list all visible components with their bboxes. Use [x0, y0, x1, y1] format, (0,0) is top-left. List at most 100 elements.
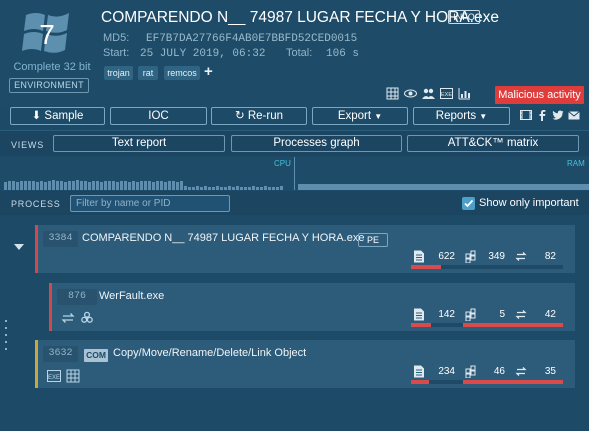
process-row[interactable]: 3632 COM Copy/Move/Rename/Delete/Link Ob… [35, 340, 575, 388]
start-value: 25 JULY 2019, 06:32 [140, 48, 266, 60]
cpu-bar [12, 181, 15, 190]
registry-count: 46 [493, 366, 505, 377]
network-arrows-icon[interactable] [61, 311, 75, 325]
indicator-icons: EXE [386, 87, 471, 101]
cpu-graph-label: CPU [274, 159, 291, 168]
cpu-bar [100, 182, 103, 190]
process-row[interactable]: 3384 COMPARENDO N__ 74987 LUGAR FECHA Y … [35, 225, 575, 273]
process-stats: 234 46 35 [411, 363, 563, 385]
cpu-bar [24, 181, 27, 190]
environment-button[interactable]: ENVIRONMENT [9, 78, 89, 93]
cpu-bar [4, 182, 7, 190]
registry-count: 349 [488, 251, 505, 262]
add-tag-icon[interactable]: + [204, 64, 213, 79]
show-only-important-checkbox[interactable] [462, 197, 475, 210]
cpu-bar [136, 182, 139, 190]
file-activity-fill [411, 323, 431, 327]
sample-button[interactable]: ⬇︎ Sample [10, 107, 105, 125]
process-pid: 3632 [43, 346, 78, 362]
total-value: 106 s [326, 48, 360, 60]
task-title: COMPARENDO N__ 74987 LUGAR FECHA Y HORA.… [101, 9, 499, 26]
ioc-button[interactable]: IOC [110, 107, 207, 125]
eye-icon[interactable] [404, 87, 417, 100]
cpu-bar [56, 181, 59, 190]
cpu-bar [184, 186, 187, 190]
cpu-bar [188, 187, 191, 190]
tag-trojan[interactable]: trojan [104, 66, 133, 80]
rerun-button[interactable]: ↻ Re-run [211, 107, 307, 125]
caret-down-icon: ▼ [479, 112, 488, 121]
drag-handle-icon[interactable] [5, 320, 8, 350]
network-count: 35 [544, 366, 556, 377]
ram-graph-label: RAM [567, 159, 585, 168]
checkmark-icon [464, 199, 474, 208]
cpu-bar [76, 180, 79, 190]
info-button[interactable]: INFO [448, 10, 480, 24]
md5-value[interactable]: EF7B7DA27766F4AB0E7BBFD52CED0015 [146, 33, 357, 45]
cpu-bar [124, 181, 127, 190]
cpu-bar [112, 181, 115, 190]
attck-matrix-button[interactable]: ATT&CK™ matrix [407, 135, 579, 152]
pe-badge[interactable]: PE [358, 233, 388, 247]
facebook-icon[interactable] [536, 109, 548, 121]
registry-count: 5 [499, 309, 505, 320]
export-dropdown[interactable]: Export ▼ [312, 107, 408, 125]
cpu-bar [48, 181, 51, 190]
cpu-bar [280, 186, 283, 190]
network-icon [515, 310, 527, 319]
cpu-bar [204, 186, 207, 190]
cpu-bar [168, 181, 171, 190]
file-activity-fill [411, 265, 441, 269]
email-icon[interactable] [568, 109, 580, 121]
exe-file-icon[interactable]: EXE [440, 87, 453, 100]
files-count: 142 [438, 309, 455, 320]
show-only-important-label[interactable]: Show only important [479, 197, 579, 209]
cpu-bar [244, 187, 247, 190]
cpu-bar [240, 187, 243, 190]
process-indicator-icons: EXE [47, 369, 80, 383]
biohazard-icon[interactable] [80, 311, 94, 325]
cpu-bar [208, 187, 211, 190]
video-icon[interactable] [520, 109, 532, 121]
graph-divider [294, 157, 295, 190]
cpu-bar [144, 181, 147, 190]
process-filter-input[interactable] [70, 195, 230, 212]
registry-icon [465, 308, 476, 321]
cpu-bar [148, 181, 151, 190]
registry-grid-icon[interactable] [66, 369, 80, 383]
activity-bar [411, 380, 563, 384]
tag-rat[interactable]: rat [138, 66, 158, 80]
people-icon[interactable] [422, 87, 435, 100]
cpu-bar [156, 181, 159, 190]
task-header: 7 Complete 32 bit ENVIRONMENT COMPARENDO… [0, 0, 589, 108]
share-icons [520, 109, 580, 121]
cpu-bar [116, 182, 119, 190]
twitter-icon[interactable] [552, 109, 564, 121]
activity-bar [411, 323, 563, 327]
cpu-bar [40, 181, 43, 190]
views-bar: VIEWS Text report Processes graph ATT&CK… [0, 130, 589, 156]
registry-icon [465, 250, 476, 263]
cpu-bar [20, 181, 23, 190]
cpu-bar [236, 186, 239, 190]
svg-text:EXE: EXE [48, 375, 60, 381]
cpu-bar [132, 181, 135, 190]
processes-graph-button[interactable]: Processes graph [231, 135, 402, 152]
cpu-bar [252, 186, 255, 190]
com-badge: COM [84, 349, 108, 362]
text-report-button[interactable]: Text report [53, 135, 225, 152]
cpu-bar [96, 181, 99, 190]
process-name: COMPARENDO N__ 74987 LUGAR FECHA Y HORA.… [82, 232, 365, 244]
process-stats: 622 349 82 [411, 248, 563, 270]
collapse-caret-icon[interactable] [14, 244, 24, 250]
cpu-bar [28, 181, 31, 190]
verdict-badge: Malicious activity [495, 86, 584, 104]
exe-file-icon[interactable]: EXE [47, 369, 61, 383]
cpu-bar [64, 182, 67, 190]
process-label: PROCESS [11, 199, 61, 209]
process-row[interactable]: 876 WerFault.exe 142 5 42 [49, 283, 575, 331]
network-grid-icon[interactable] [386, 87, 399, 100]
reports-dropdown[interactable]: Reports ▼ [413, 107, 510, 125]
chart-icon[interactable] [458, 87, 471, 100]
tag-remcos[interactable]: remcos [164, 66, 200, 80]
